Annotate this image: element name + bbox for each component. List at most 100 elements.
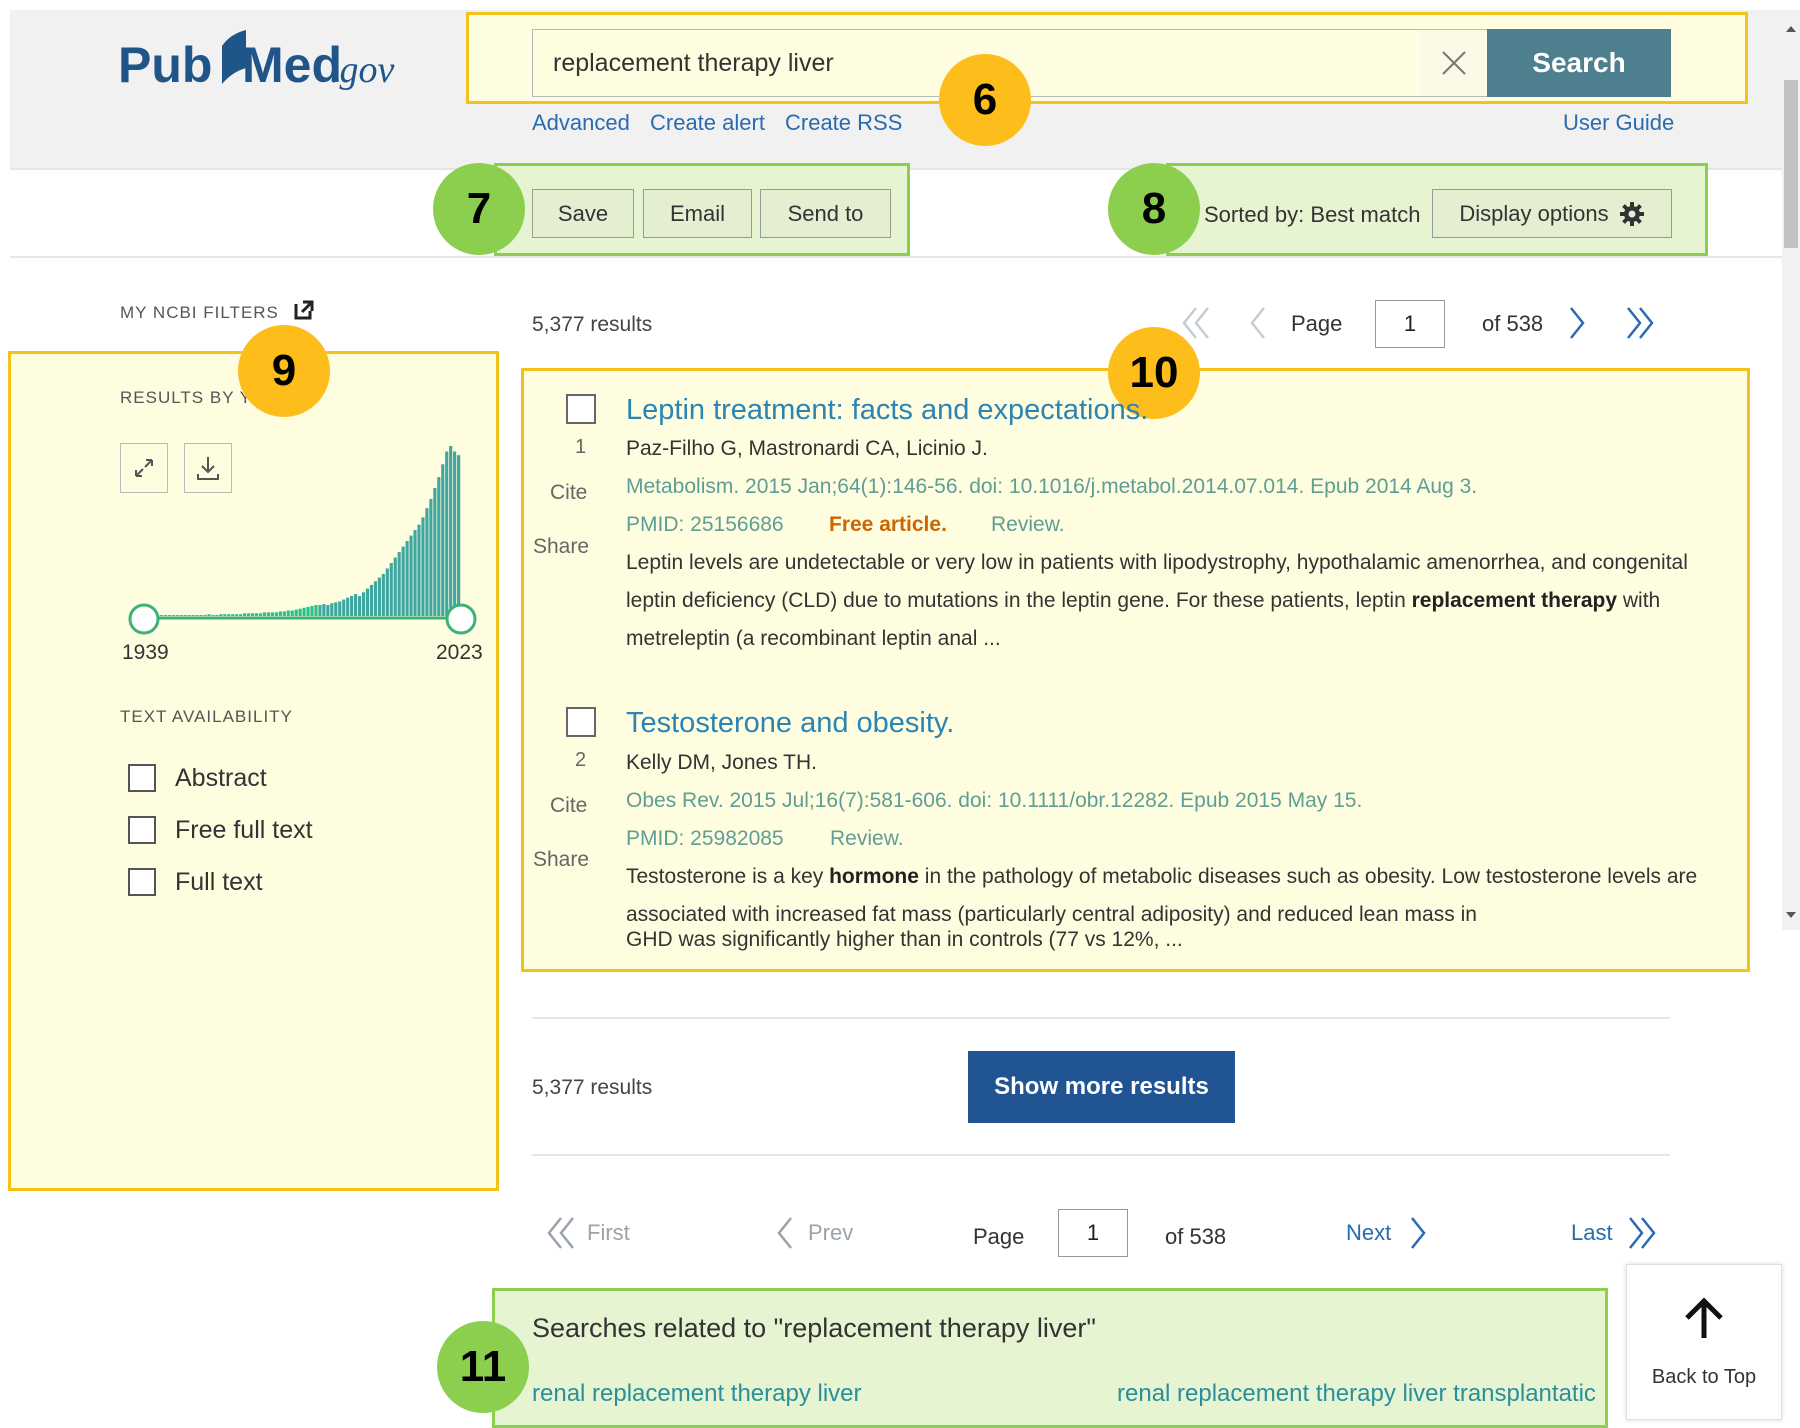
histogram-bar	[326, 605, 330, 616]
histogram-bar	[342, 599, 346, 616]
email-button[interactable]: Email	[643, 189, 752, 238]
result-1-checkbox[interactable]	[566, 394, 596, 424]
scroll-down-icon[interactable]	[1786, 912, 1796, 920]
page-input[interactable]: 1	[1375, 300, 1445, 348]
histogram-bar	[429, 499, 433, 616]
histogram-bar	[409, 535, 413, 616]
related-link-1[interactable]: renal replacement therapy liver	[532, 1380, 862, 1408]
scroll-up-icon[interactable]	[1786, 24, 1796, 32]
first-page-icon[interactable]	[1180, 304, 1214, 342]
first-link[interactable]: First	[587, 1220, 630, 1246]
page-total: of 538	[1482, 311, 1544, 336]
results-count: 5,377 results	[532, 313, 653, 336]
result-1-journal: Metabolism. 2015 Jan;64(1):146-56. doi: …	[626, 475, 1478, 498]
prev-icon-bottom[interactable]	[773, 1214, 797, 1252]
send-to-button[interactable]: Send to	[760, 189, 891, 238]
next-page-icon[interactable]	[1565, 304, 1589, 342]
result-2-title[interactable]: Testosterone and obesity.	[626, 707, 954, 740]
save-button[interactable]: Save	[532, 189, 634, 238]
result-1-authors: Paz-Filho G, Mastronardi CA, Licinio J.	[626, 437, 988, 460]
histogram-bar	[207, 614, 211, 616]
abstract-checkbox[interactable]	[128, 764, 156, 792]
external-link-icon[interactable]	[294, 300, 314, 320]
result-2-snippet: Testosterone is a key hormone in the pat…	[626, 858, 1736, 934]
my-ncbi-filters-link[interactable]: MY NCBI FILTERS	[120, 303, 279, 323]
user-guide-link[interactable]: User Guide	[1563, 110, 1674, 136]
advanced-link[interactable]: Advanced	[532, 110, 630, 136]
related-link-2[interactable]: renal replacement therapy liver transpla…	[1117, 1380, 1625, 1408]
year-start-handle[interactable]	[128, 603, 160, 635]
callout-badge-8: 8	[1108, 163, 1200, 255]
last-link[interactable]: Last	[1571, 1220, 1613, 1246]
callout-badge-9: 9	[238, 325, 330, 417]
create-alert-link[interactable]: Create alert	[650, 110, 765, 136]
histogram-bar	[445, 451, 449, 616]
histogram-bar	[179, 615, 183, 616]
histogram-bar	[417, 524, 421, 616]
pubmed-logo[interactable]: Pub Med .gov	[118, 26, 418, 106]
display-options-button[interactable]: Display options	[1432, 189, 1672, 238]
show-more-results-button[interactable]: Show more results	[968, 1051, 1235, 1123]
next-link[interactable]: Next	[1346, 1220, 1391, 1246]
prev-link[interactable]: Prev	[808, 1220, 853, 1246]
histogram-bar	[361, 592, 366, 616]
histogram-bar	[239, 614, 243, 616]
year-end-handle[interactable]	[445, 603, 477, 635]
prev-page-icon[interactable]	[1246, 304, 1270, 342]
create-rss-link[interactable]: Create RSS	[785, 110, 902, 136]
histogram-bar	[373, 581, 377, 616]
histogram-bar	[330, 603, 334, 616]
histogram-bar	[266, 612, 271, 616]
next-icon-bottom[interactable]	[1406, 1214, 1430, 1252]
abstract-label[interactable]: Abstract	[175, 764, 267, 793]
histogram-bar	[365, 588, 370, 616]
result-2-checkbox[interactable]	[566, 707, 596, 737]
histogram-bar	[274, 612, 278, 616]
last-icon-bottom[interactable]	[1624, 1214, 1658, 1252]
histogram-bar	[167, 615, 171, 616]
histogram-bar	[270, 612, 274, 616]
bottom-page-total: of 538	[1165, 1224, 1227, 1249]
histogram-bar	[231, 614, 235, 616]
histogram-bar	[294, 609, 298, 616]
result-2-snippet-clipped: GHD was significantly higher than in con…	[626, 930, 1183, 951]
result-1-number: 1	[575, 436, 587, 458]
histogram-bar	[437, 477, 441, 616]
result-2-cite[interactable]: Cite	[550, 794, 587, 818]
histogram-bar	[195, 615, 199, 616]
histogram-bar	[282, 611, 286, 616]
result-1-share[interactable]: Share	[533, 535, 589, 559]
result-1-review: Review.	[991, 513, 1065, 536]
histogram-bar	[227, 614, 231, 616]
full-text-checkbox[interactable]	[128, 868, 156, 896]
histogram-bar	[381, 573, 385, 616]
full-text-label[interactable]: Full text	[175, 868, 263, 897]
free-full-text-label[interactable]: Free full text	[175, 816, 313, 845]
scrollbar[interactable]	[1782, 10, 1800, 930]
callout-badge-11: 11	[437, 1321, 529, 1413]
back-to-top-button[interactable]: Back to Top	[1626, 1264, 1782, 1420]
histogram-bar	[187, 615, 191, 616]
sorted-by-label[interactable]: Sorted by: Best match	[1204, 202, 1420, 228]
search-button[interactable]: Search	[1487, 29, 1671, 97]
clear-search-button[interactable]	[1420, 29, 1488, 97]
last-page-icon[interactable]	[1622, 304, 1656, 342]
first-page-icon-bottom[interactable]	[545, 1214, 577, 1252]
histogram-bar	[286, 610, 290, 616]
result-1-cite[interactable]: Cite	[550, 481, 587, 505]
scrollbar-thumb[interactable]	[1784, 80, 1798, 248]
bottom-page-input[interactable]: 1	[1058, 1209, 1128, 1257]
histogram-bar	[290, 610, 294, 616]
histogram-bar	[262, 612, 267, 616]
histogram-bar	[302, 607, 306, 616]
histogram-bar	[250, 613, 255, 616]
result-2-share[interactable]: Share	[533, 848, 589, 872]
histogram-bar	[191, 615, 195, 616]
histogram-bar	[175, 615, 179, 616]
histogram-bar	[278, 611, 282, 616]
histogram-bar	[357, 595, 362, 616]
free-full-text-checkbox[interactable]	[128, 816, 156, 844]
bottom-results-count: 5,377 results	[532, 1076, 653, 1099]
text-availability-heading: TEXT AVAILABILITY	[120, 707, 293, 726]
result-1-title[interactable]: Leptin treatment: facts and expectations…	[626, 394, 1148, 427]
